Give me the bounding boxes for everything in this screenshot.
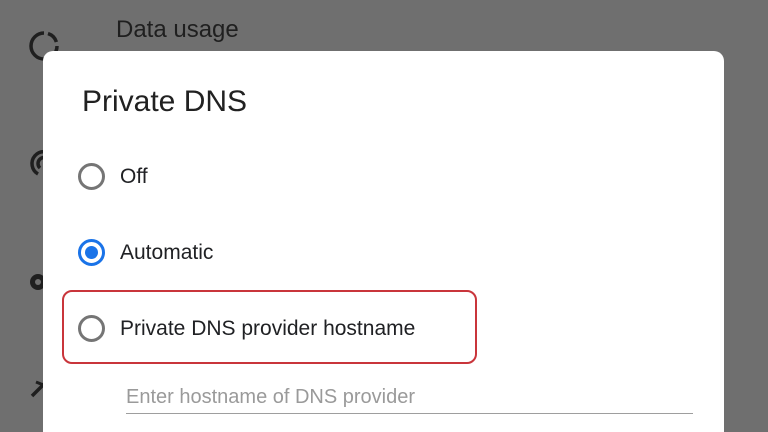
option-off[interactable]: Off (78, 159, 498, 199)
option-automatic[interactable]: Automatic (78, 235, 498, 275)
option-provider-hostname[interactable]: Private DNS provider hostname (78, 311, 498, 351)
settings-item-label: Data usage (116, 16, 239, 43)
hostname-input[interactable] (126, 381, 693, 414)
option-provider-hostname-label: Private DNS provider hostname (120, 317, 416, 340)
radio-off[interactable] (78, 163, 105, 190)
radio-provider-hostname[interactable] (78, 315, 105, 342)
dialog-title: Private DNS (82, 85, 248, 118)
private-dns-dialog: Private DNS Off Automatic Private DNS pr… (43, 51, 724, 432)
option-automatic-label: Automatic (120, 241, 214, 264)
radio-automatic[interactable] (78, 239, 105, 266)
screen: Data usage Private DNS Off Automatic Pri… (0, 0, 768, 432)
option-off-label: Off (120, 165, 148, 188)
